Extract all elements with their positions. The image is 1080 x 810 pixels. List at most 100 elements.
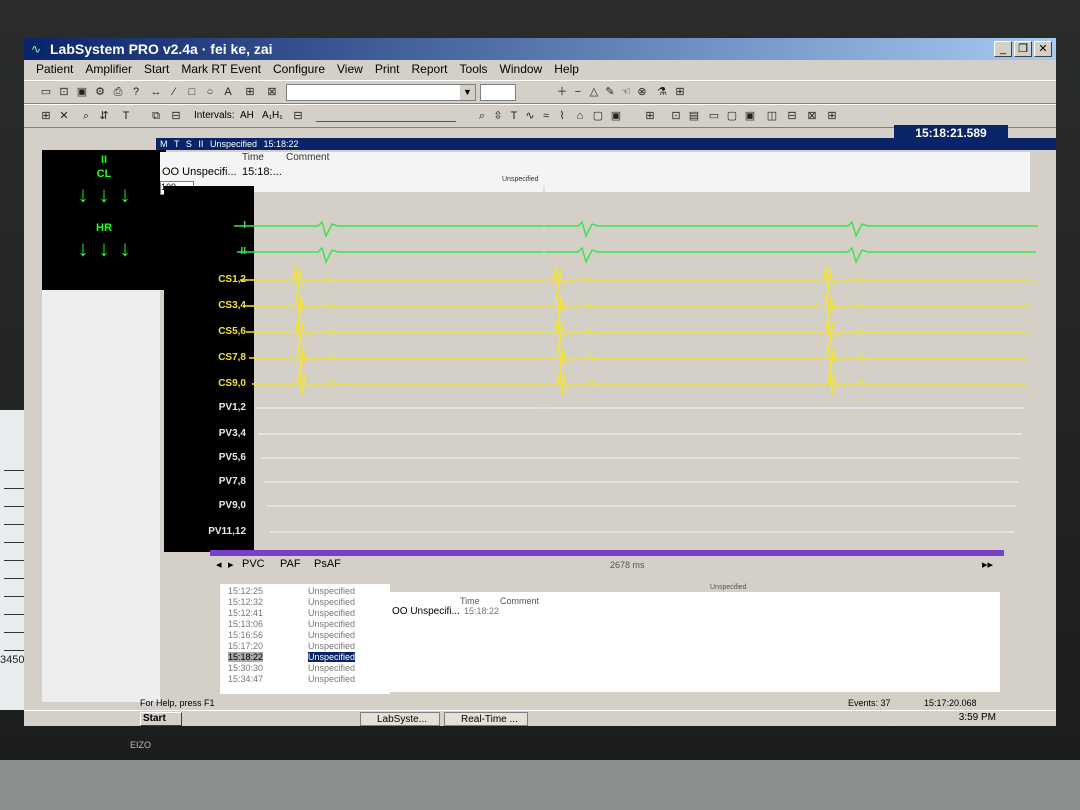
split3-icon[interactable]: ⊠ xyxy=(804,108,820,124)
event-time: 15:17:20 xyxy=(228,641,264,651)
t-plus-icon[interactable]: T xyxy=(118,108,134,124)
curve-icon[interactable]: ∿ xyxy=(522,108,538,124)
event-time: 15:30:30 xyxy=(228,663,264,673)
hand-icon[interactable]: ☜ xyxy=(618,84,634,100)
scroll-ms: 2678 ms xyxy=(610,560,645,570)
main-toolbar: ▭ ⊡ ▣ ⚙ ⎙ ? ↔ ⁄ □ ○ A ⊞ ⊠ ▼ ＋ − △ ✎ ☜ ⊗ … xyxy=(24,80,1056,104)
curve2-icon[interactable]: ≈ xyxy=(538,108,554,124)
layout2-icon[interactable]: ⊡ xyxy=(668,108,684,124)
ruler-icon[interactable]: ⇳ xyxy=(490,108,506,124)
menu-configure[interactable]: Configure xyxy=(273,60,325,78)
title-bar[interactable]: ∿ LabSystem PRO v2.4a · fei ke, zai _ ❐ … xyxy=(24,38,1056,60)
table2-icon[interactable]: ⊟ xyxy=(290,108,306,124)
minimize-button[interactable]: _ xyxy=(994,41,1012,57)
ah-button[interactable]: AH xyxy=(240,110,254,121)
open-icon[interactable]: ⊡ xyxy=(56,84,72,100)
detail-row-name[interactable]: OO Unspecifi... xyxy=(392,606,460,617)
scroll-right-icon[interactable]: ▸ xyxy=(228,558,234,571)
chevron-down-icon[interactable]: ▼ xyxy=(460,85,475,100)
menu-tools[interactable]: Tools xyxy=(460,60,488,78)
restore-button[interactable]: ❐ xyxy=(1014,41,1032,57)
line-tool-icon[interactable]: ↔ xyxy=(148,84,164,100)
menu-view[interactable]: View xyxy=(337,60,363,78)
layout-icon[interactable]: ⊞ xyxy=(642,108,658,124)
task-realtime[interactable]: Real-Time ... xyxy=(444,712,528,726)
menu-report[interactable]: Report xyxy=(412,60,448,78)
detail-row-time[interactable]: 15:18:22 xyxy=(464,606,499,616)
settings-icon[interactable]: ⚙ xyxy=(92,84,108,100)
menu-help[interactable]: Help xyxy=(554,60,579,78)
task-labsystem[interactable]: LabSyste... xyxy=(360,712,440,726)
help-icon[interactable]: ? xyxy=(128,84,144,100)
anno-row-name[interactable]: OO Unspecifi... xyxy=(162,166,237,178)
minus-icon[interactable]: − xyxy=(570,84,586,100)
shape-icon[interactable]: ⌂ xyxy=(572,108,588,124)
text-tool-icon[interactable]: A xyxy=(220,84,236,100)
zoom2-icon[interactable]: ⌕ xyxy=(474,108,490,124)
image-tool-icon[interactable]: ⊞ xyxy=(242,84,258,100)
monitor-brand: EIZO xyxy=(130,740,152,750)
zoom-icon[interactable]: ⌕ xyxy=(78,108,94,124)
image2-tool-icon[interactable]: ⊠ xyxy=(264,84,280,100)
stop-icon[interactable]: ⊗ xyxy=(634,84,650,100)
a1h1-button[interactable]: A₁H₁ xyxy=(262,110,283,121)
menu-amplifier[interactable]: Amplifier xyxy=(85,60,132,78)
menu-mark-rt-event[interactable]: Mark RT Event xyxy=(181,60,261,78)
event-detail-table: Unspecified Time Comment OO Unspecifi...… xyxy=(390,584,1000,692)
caliper-icon[interactable]: ⇵ xyxy=(96,108,112,124)
plus-icon[interactable]: ＋ xyxy=(554,84,570,100)
menu-window[interactable]: Window xyxy=(500,60,543,78)
menu-bar: Patient Amplifier Start Mark RT Event Co… xyxy=(24,60,1056,78)
menu-start[interactable]: Start xyxy=(144,60,169,78)
table-icon[interactable]: ⊟ xyxy=(168,108,184,124)
anno-tab-m[interactable]: M xyxy=(160,139,168,149)
rect-icon[interactable]: ▭ xyxy=(706,108,722,124)
event-comment: Unspecified xyxy=(308,597,356,607)
status-time: 15:17:20.068 xyxy=(924,698,977,708)
ellipse-tool-icon[interactable]: ○ xyxy=(202,84,218,100)
save-icon[interactable]: ▣ xyxy=(74,84,90,100)
scroll-end-icon[interactable]: ▸▸ xyxy=(982,558,993,571)
split-icon[interactable]: ◫ xyxy=(764,108,780,124)
menu-patient[interactable]: Patient xyxy=(36,60,73,78)
split2-icon[interactable]: ⊟ xyxy=(784,108,800,124)
marker-icon[interactable]: ✕ xyxy=(56,108,72,124)
layout3-icon[interactable]: ▤ xyxy=(686,108,702,124)
new-icon[interactable]: ▭ xyxy=(38,84,54,100)
grid2-icon[interactable]: ⊞ xyxy=(38,108,54,124)
waveform-trace xyxy=(237,246,1036,265)
annotation-combo[interactable]: ▼ xyxy=(286,84,476,101)
menu-print[interactable]: Print xyxy=(375,60,400,78)
anno-tab-ii[interactable]: II xyxy=(198,139,203,149)
wave-icon[interactable]: ⌇ xyxy=(554,108,570,124)
waveform-trace xyxy=(234,220,1038,239)
bottom-tab-bar: ◂ ▸ PVC PAF PsAF 2678 ms ▸▸ xyxy=(210,556,1004,574)
event-comment: Unspecified xyxy=(308,619,356,629)
rect2-icon[interactable]: ▢ xyxy=(724,108,740,124)
tab-pvc[interactable]: PVC xyxy=(242,558,265,570)
grid-icon[interactable]: ⊞ xyxy=(672,84,688,100)
tab-psaf[interactable]: PsAF xyxy=(314,558,341,570)
close-button[interactable]: ✕ xyxy=(1034,41,1052,57)
copy-icon[interactable]: ⧉ xyxy=(148,108,164,124)
triangle-icon[interactable]: △ xyxy=(586,84,602,100)
value-box[interactable] xyxy=(480,84,516,101)
slash-tool-icon[interactable]: ⁄ xyxy=(166,84,182,100)
anno-tab-t[interactable]: T xyxy=(174,139,179,149)
text2-icon[interactable]: T xyxy=(506,108,522,124)
split4-icon[interactable]: ⊞ xyxy=(824,108,840,124)
pencil-icon[interactable]: ✎ xyxy=(602,84,618,100)
rect3-icon[interactable]: ▣ xyxy=(742,108,758,124)
tab-paf[interactable]: PAF xyxy=(280,558,301,570)
gain-slider[interactable] xyxy=(316,111,456,122)
box-icon[interactable]: ▢ xyxy=(590,108,606,124)
scroll-left-icon[interactable]: ◂ xyxy=(216,558,222,571)
anno-tab-s[interactable]: S xyxy=(186,139,192,149)
print-icon[interactable]: ⎙ xyxy=(110,84,126,100)
rectangle-tool-icon[interactable]: □ xyxy=(184,84,200,100)
event-list[interactable]: 15:12:25 Unspecified 15:12:32 Unspecified 15… xyxy=(220,584,390,694)
start-button[interactable]: Start xyxy=(140,712,182,726)
anno-row-time[interactable]: 15:18:... xyxy=(242,166,282,178)
box2-icon[interactable]: ▣ xyxy=(608,108,624,124)
bottle-icon[interactable]: ⚗ xyxy=(654,84,670,100)
